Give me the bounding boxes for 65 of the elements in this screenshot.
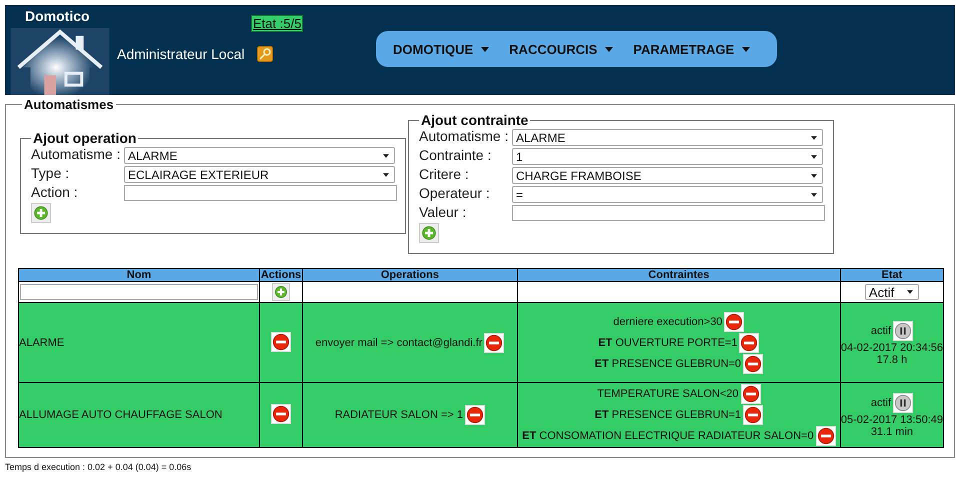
add-button[interactable] — [272, 283, 290, 301]
caret-icon — [383, 172, 389, 176]
field-label: Contrainte : — [419, 147, 492, 165]
state-text: actif — [870, 324, 892, 336]
delete-button[interactable] — [740, 384, 760, 404]
add-button[interactable] — [31, 203, 51, 223]
constraint-text: TEMPERATURE SALON<20 — [597, 388, 738, 400]
execution-time-text: Temps d execution : 0.02 + 0.04 (0.04) = 0.06s — [5, 462, 192, 472]
key-icon[interactable] — [256, 46, 273, 62]
constraint-text: ET CONSOMATION ELECTRIQUE RADIATEUR SALON=0 — [522, 430, 814, 442]
add-button[interactable] — [419, 223, 439, 243]
delete-button[interactable] — [465, 405, 485, 425]
column-header: Operations — [302, 268, 518, 282]
select-field[interactable]: Actif — [864, 284, 919, 300]
constraint-text: ET OUVERTURE PORTE=1 — [598, 336, 738, 348]
input-field[interactable] — [124, 185, 397, 201]
column-header: Nom — [18, 268, 260, 282]
field-label: Type : — [31, 165, 70, 183]
select-field[interactable]: = — [512, 186, 823, 203]
pause-button[interactable] — [893, 393, 914, 413]
nav-menu-item[interactable]: DOMOTIQUE — [386, 42, 502, 56]
state-text: actif — [870, 397, 892, 409]
caret-icon — [811, 154, 817, 158]
nav-menu-item[interactable]: RACCOURCIS — [502, 42, 626, 56]
field-label: Automatisme : — [419, 128, 510, 146]
constraint-text: ET PRESENCE GLEBRUN=1 — [594, 409, 742, 421]
form-title: Ajout contrainte — [420, 112, 530, 128]
section-title: Automatismes — [23, 97, 115, 112]
user-name: Administrateur Local — [117, 46, 245, 62]
field-label: Operateur : — [419, 185, 491, 203]
operation-text: envoyer mail => contact@glandi.fr — [315, 336, 482, 348]
caret-icon — [906, 290, 913, 294]
caret-icon — [742, 46, 750, 52]
constraint-text: ET PRESENCE GLEBRUN=0 — [594, 358, 742, 370]
caret-icon — [811, 192, 817, 196]
input-field[interactable] — [512, 205, 825, 221]
constraint-text: derniere execution>30 — [613, 316, 722, 328]
field-label: Automatisme : — [31, 146, 122, 164]
caret-icon — [605, 46, 614, 52]
select-field[interactable]: CHARGE FRAMBOISE — [512, 167, 823, 184]
field-label: Valeur : — [419, 204, 468, 222]
caret-icon — [383, 154, 389, 158]
caret-icon — [811, 136, 817, 140]
caret-icon — [811, 174, 817, 178]
select-field[interactable]: ALARME — [124, 147, 395, 164]
select-field[interactable]: 1 — [512, 148, 823, 165]
field-label: Action : — [31, 184, 79, 202]
form-title: Ajout operation — [32, 130, 138, 146]
status-label[interactable]: Etat :5/5 — [251, 15, 304, 32]
field-label: Critere : — [419, 166, 470, 184]
app-title: Domotico — [25, 8, 90, 26]
column-header: Etat — [840, 268, 944, 282]
select-field[interactable]: ALARME — [512, 129, 823, 146]
date-text: 04-02-2017 20:34:56 — [840, 342, 943, 354]
operation-text: RADIATEUR SALON => 1 — [334, 409, 463, 421]
pause-button[interactable] — [893, 320, 914, 340]
filter-field[interactable] — [20, 284, 258, 300]
caret-icon — [481, 46, 490, 52]
table-cell: ALLUMAGE AUTO CHAUFFAGE SALON — [18, 382, 260, 448]
select-field[interactable]: ECLAIRAGE EXTERIEUR — [124, 166, 395, 183]
column-header: Contraintes — [517, 268, 840, 282]
date-text: 05-02-2017 13:50:49 — [840, 414, 943, 426]
duration-text: 31.1 min — [870, 426, 914, 438]
duration-text: 17.8 h — [876, 354, 908, 366]
nav-menu-item[interactable]: PARAMETRAGE — [626, 42, 764, 56]
